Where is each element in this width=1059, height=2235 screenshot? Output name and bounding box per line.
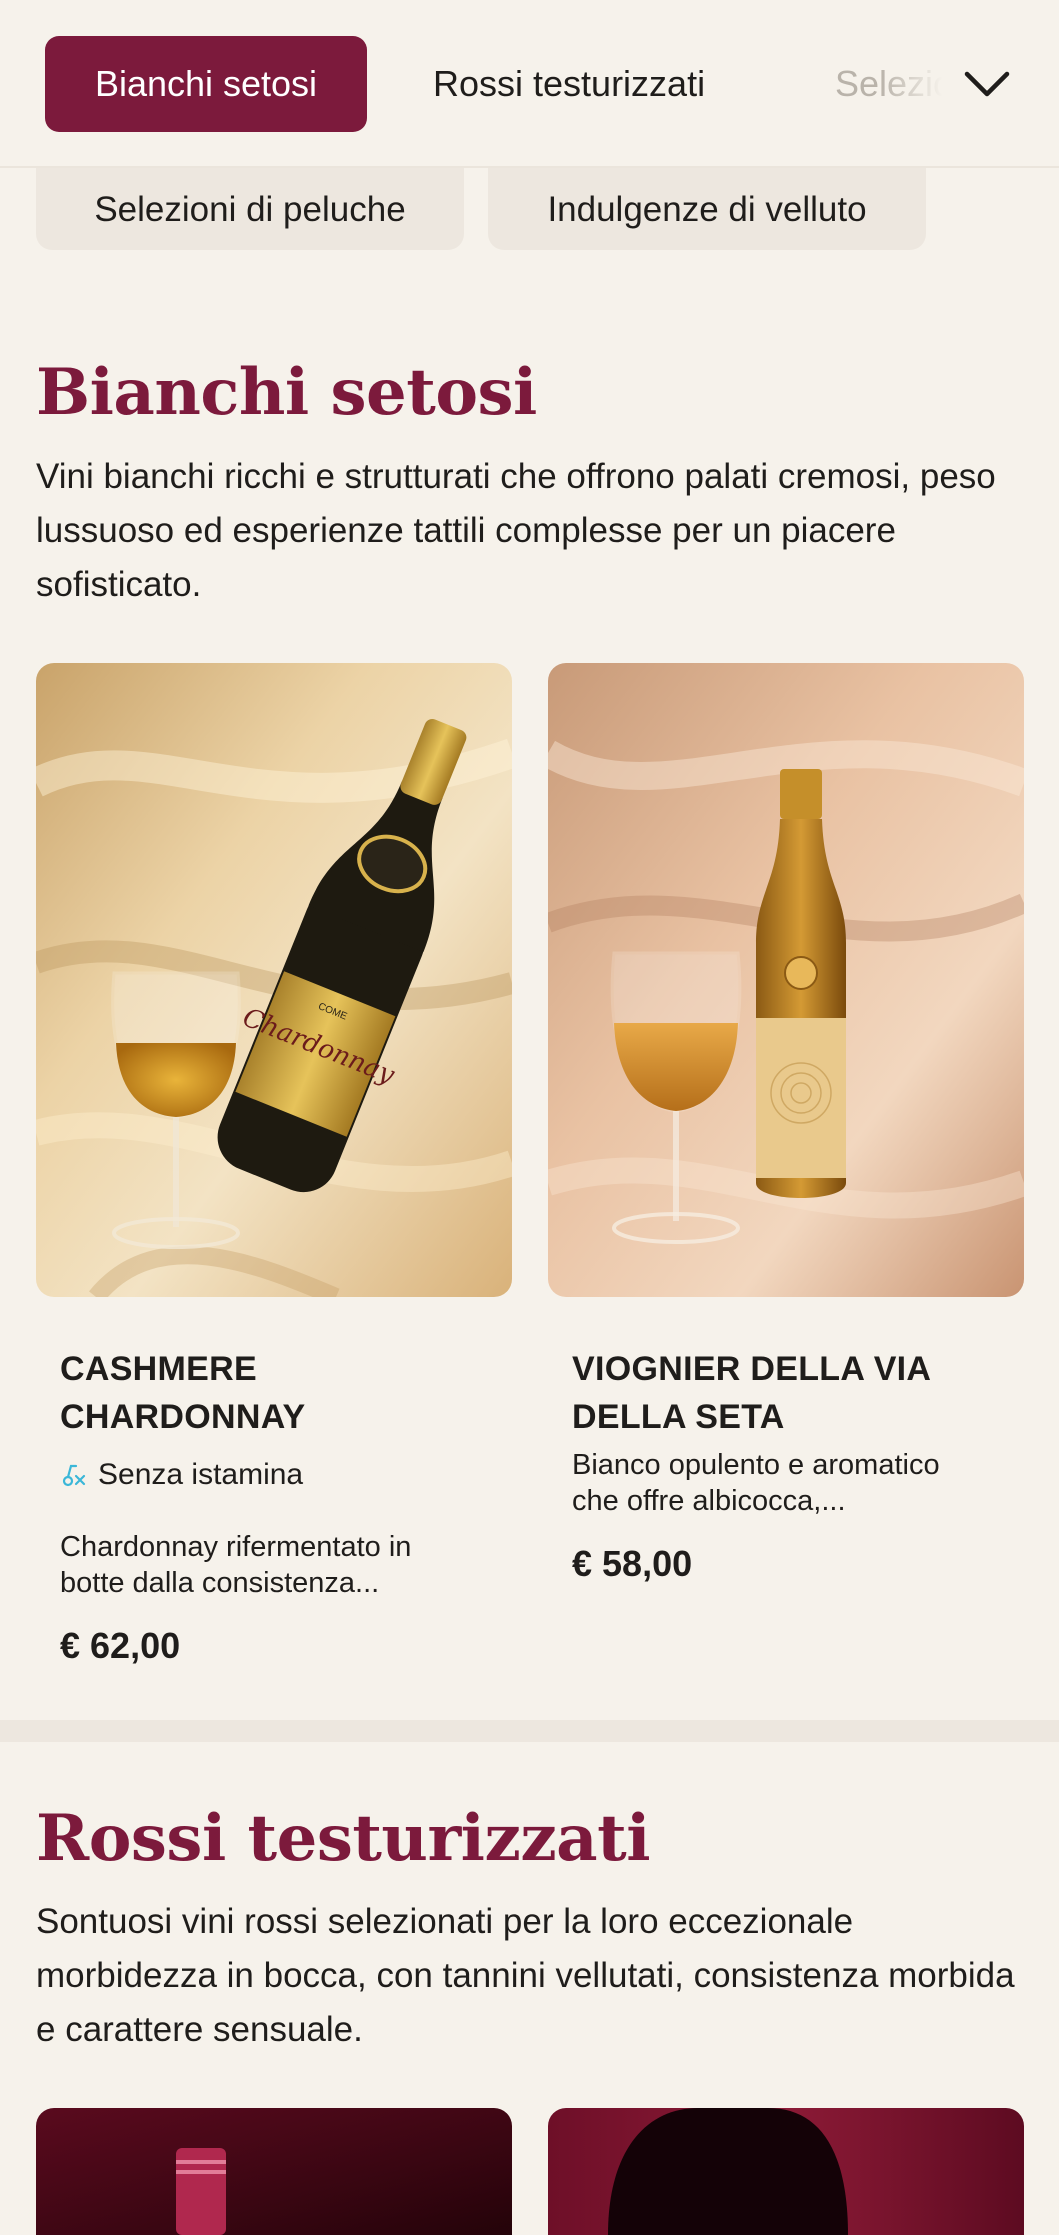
product-name-cashmere-chardonnay[interactable]: CASHMERE CHARDONNAY (60, 1345, 480, 1441)
section-title-rossi: Rossi testurizzati (36, 1801, 651, 1876)
viognier-photo (548, 663, 1024, 1297)
section-divider (0, 1720, 1059, 1742)
section-description-bianchi: Vini bianchi ricchi e strutturati che of… (36, 457, 996, 604)
product-name-viognier[interactable]: VIOGNIER DELLA VIA DELLA SETA (572, 1345, 992, 1441)
tab-bianchi-setosi[interactable]: Bianchi setosi (45, 36, 367, 132)
badge-label: Senza istamina (98, 1458, 304, 1491)
product-image-red-2[interactable] (548, 2108, 1024, 2235)
red-wine-photo (548, 2108, 1024, 2235)
product-image-red-1[interactable] (36, 2108, 512, 2235)
product-description-viognier: Bianco opulento e aromatico che offre al… (572, 1449, 940, 1517)
histamine-free-badge: Senza istamina (60, 1458, 303, 1492)
product-image-viognier[interactable] (548, 663, 1024, 1297)
product-image-cashmere-chardonnay[interactable]: Chardonnay COME (36, 663, 512, 1297)
expand-tabs-button[interactable] (952, 52, 1022, 116)
tab-label: Rossi testurizzati (433, 63, 706, 104)
product-description-cashmere-chardonnay: Chardonnay rifermentato in botte dalla c… (60, 1531, 412, 1599)
chardonnay-photo: Chardonnay COME (36, 663, 512, 1297)
chevron-down-icon (964, 71, 1010, 97)
section-description-rossi: Sontuosi vini rossi selezionati per la l… (36, 1902, 1015, 2049)
category-tabs-bar: Bianchi setosi Rossi testurizzati Selezi… (0, 0, 1059, 168)
tab-rossi-testurizzati[interactable]: Rossi testurizzati (433, 36, 705, 132)
category-chip-label: Selezioni di peluche (94, 190, 406, 229)
tab-label: Bianchi setosi (94, 63, 318, 104)
product-price-cashmere-chardonnay: € 62,00 (60, 1625, 181, 1666)
section-title-bianchi: Bianchi setosi (36, 355, 537, 430)
product-price-viognier: € 58,00 (572, 1543, 693, 1584)
red-wine-photo (36, 2108, 512, 2235)
category-chip-label: Indulgenze di velluto (547, 190, 867, 229)
histamine-free-icon (62, 1464, 86, 1487)
